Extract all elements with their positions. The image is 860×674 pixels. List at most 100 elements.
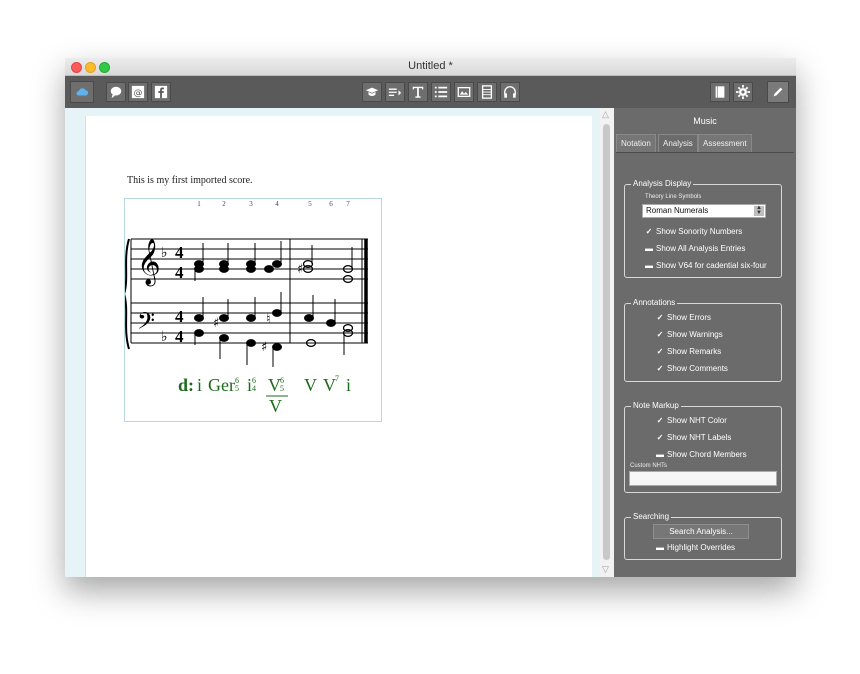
scroll-down-icon[interactable]: ▽ [602, 565, 609, 574]
analysis-key: d: [178, 375, 194, 395]
theory-line-select[interactable]: Roman Numerals ▲ ▼ [642, 204, 766, 218]
bass-clef: 𝄢 [137, 307, 155, 340]
cloud-icon [76, 88, 89, 96]
analysis-chord: i [346, 375, 351, 395]
show-nht-color-checkbox[interactable]: ✓ Show NHT Color [656, 416, 727, 425]
theory-line-label: Theory Line Symbols [645, 194, 702, 200]
checkmark-icon: ✓ [645, 227, 653, 236]
cloud-button[interactable] [70, 81, 94, 103]
list-arrow-icon [388, 88, 402, 96]
book-button[interactable] [710, 82, 730, 102]
checkmark-icon: ✓ [656, 364, 664, 373]
treble-clef: 𝄞 [137, 239, 161, 287]
inspector-panel: Music Notation Analysis Assessment Analy… [614, 108, 796, 577]
key-signature-flat: ♭ [161, 329, 168, 345]
show-sonority-numbers-checkbox[interactable]: ✓ Show Sonority Numbers [645, 227, 743, 236]
show-warnings-checkbox[interactable]: ✓ Show Warnings [656, 330, 723, 339]
analysis-figure: 7 [335, 374, 339, 383]
time-signature: 4 [175, 243, 184, 262]
score-frame[interactable]: 1 2 3 4 5 6 7 𝄞 𝄢 ♭ ♭ 4 4 4 4 ♯ ♯ ♮ ♯ d:… [122, 198, 382, 422]
custom-nhts-label: Custom NHTs [630, 463, 668, 469]
tab-analysis[interactable]: Analysis [658, 134, 698, 152]
scroll-up-icon[interactable]: △ [602, 110, 609, 119]
checkmark-icon: ✓ [656, 347, 664, 356]
sonority-number: 5 [308, 200, 312, 208]
show-chord-members-checkbox[interactable]: ▬ Show Chord Members [656, 450, 747, 459]
unchecked-icon: ▬ [656, 543, 664, 552]
option-label: Show NHT Color [667, 416, 727, 425]
group-legend: Searching [631, 512, 672, 521]
image-button[interactable] [454, 82, 474, 102]
tab-notation[interactable]: Notation [616, 134, 656, 152]
time-signature: 4 [175, 263, 184, 282]
sonority-number: 4 [275, 200, 279, 208]
highlight-overrides-checkbox[interactable]: ▬ Highlight Overrides [656, 543, 735, 552]
sonority-number: 2 [222, 200, 226, 208]
grand-staff-brace [122, 238, 130, 350]
show-v64-checkbox[interactable]: ▬ Show V64 for cadential six-four [645, 261, 767, 270]
option-label: Highlight Overrides [667, 543, 736, 552]
list-button[interactable] [431, 82, 451, 102]
time-signature: 4 [175, 327, 184, 346]
tab-assessment[interactable]: Assessment [698, 134, 752, 152]
title-bar: Untitled * [65, 58, 796, 76]
svg-text:@: @ [134, 89, 143, 99]
chat-button[interactable] [106, 82, 126, 102]
search-analysis-button[interactable]: Search Analysis... [653, 524, 749, 539]
show-errors-checkbox[interactable]: ✓ Show Errors [656, 313, 711, 322]
analysis-chord: Ger [208, 375, 235, 395]
unchecked-icon: ▬ [645, 244, 653, 253]
time-signature: 4 [175, 307, 184, 326]
sonority-number: 1 [197, 200, 201, 208]
image-icon [457, 86, 471, 98]
option-label: Show NHT Labels [667, 433, 732, 442]
sonority-number: 7 [346, 200, 350, 208]
show-nht-labels-checkbox[interactable]: ✓ Show NHT Labels [656, 433, 732, 442]
accidental-sharp: ♯ [297, 262, 303, 277]
settings-button[interactable] [733, 82, 753, 102]
searching-group: Searching Search Analysis... ▬ Highlight … [624, 512, 782, 560]
key-signature-flat: ♭ [161, 245, 168, 261]
analysis-chord: i [197, 375, 202, 395]
graduation-cap-icon [365, 87, 379, 96]
group-legend: Analysis Display [631, 179, 694, 188]
accidental-sharp: ♯ [261, 340, 267, 355]
show-remarks-checkbox[interactable]: ✓ Show Remarks [656, 347, 722, 356]
film-icon [481, 85, 493, 99]
facebook-button[interactable] [151, 82, 171, 102]
panel-tabs: Notation Analysis Assessment [616, 134, 794, 153]
option-label: Show All Analysis Entries [656, 244, 746, 253]
headphones-icon [504, 86, 516, 98]
audio-button[interactable] [500, 82, 520, 102]
app-window: Untitled * @ This is my first imported s… [65, 58, 796, 577]
chat-icon [110, 86, 122, 99]
film-button[interactable] [477, 82, 497, 102]
accidental-natural: ♮ [266, 312, 271, 327]
show-all-analysis-entries-checkbox[interactable]: ▬ Show All Analysis Entries [645, 244, 745, 253]
edit-button[interactable] [767, 81, 789, 103]
book-icon [715, 86, 725, 98]
checkmark-icon: ✓ [656, 313, 664, 322]
score-caption: This is my first imported score. [127, 175, 253, 186]
list-arrow-button[interactable] [385, 82, 405, 102]
sonority-number: 3 [249, 200, 253, 208]
annotations-group: Annotations ✓ Show Errors ✓ Show Warnings … [624, 298, 782, 382]
option-label: Show Comments [667, 364, 728, 373]
show-comments-checkbox[interactable]: ✓ Show Comments [656, 364, 728, 373]
vertical-scrollbar[interactable]: △ ▽ [600, 108, 614, 577]
education-button[interactable] [362, 82, 382, 102]
scroll-thumb[interactable] [603, 124, 610, 560]
option-label: Show Chord Members [667, 450, 747, 459]
checkmark-icon: ✓ [656, 330, 664, 339]
analysis-figure: 4 [252, 384, 256, 393]
list-icon [434, 86, 448, 98]
text-button[interactable] [408, 82, 428, 102]
email-button[interactable]: @ [128, 82, 148, 102]
accidental-sharp: ♯ [213, 316, 219, 331]
panel-title: Music [693, 116, 717, 126]
option-label: Show Remarks [667, 347, 722, 356]
unchecked-icon: ▬ [656, 450, 664, 459]
custom-nhts-field[interactable] [629, 471, 777, 486]
at-icon: @ [131, 85, 145, 99]
roman-numeral-analysis: d: i Ger 6 5 i 6 4 V 6 5 V V V 7 i [178, 374, 351, 416]
